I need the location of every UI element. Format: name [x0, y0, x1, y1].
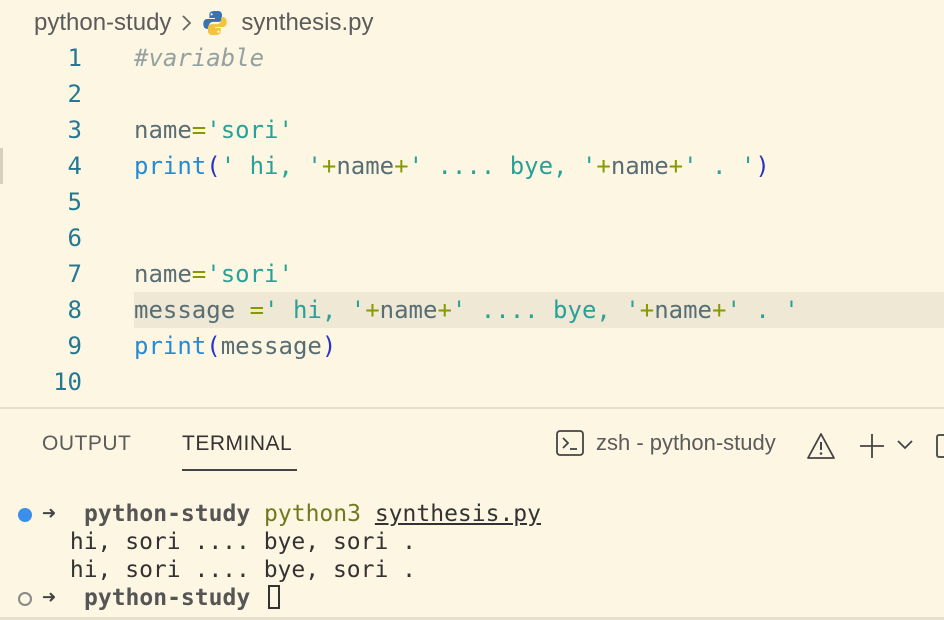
- code-token: message: [220, 332, 322, 360]
- python-file-icon: [201, 9, 229, 37]
- line-number: 8: [67, 296, 82, 324]
- code-token: #variable: [134, 44, 265, 72]
- code-text: print(message): [134, 328, 336, 364]
- code-token: print: [134, 332, 207, 360]
- code-token: message: [134, 296, 250, 324]
- code-token: ' . ': [726, 296, 799, 324]
- warning-icon[interactable]: [806, 432, 836, 465]
- code-line[interactable]: 6: [0, 220, 944, 256]
- code-line[interactable]: 3 name='sori': [0, 112, 944, 148]
- plus-icon[interactable]: [858, 432, 886, 465]
- code-token: name: [134, 260, 192, 288]
- prompt-cwd: python-study: [84, 585, 251, 611]
- command-argument[interactable]: synthesis.py: [375, 501, 541, 527]
- code-token: name: [134, 116, 192, 144]
- terminal-output-line: hi, sori .... bye, sori .: [56, 557, 417, 583]
- code-token: =: [191, 260, 207, 288]
- code-token: +: [437, 296, 452, 324]
- code-text: print(' hi, '+name+' .... bye, '+name+' …: [134, 148, 770, 184]
- line-number: 6: [67, 224, 82, 252]
- tab-terminal[interactable]: TERMINAL: [182, 432, 292, 456]
- terminal-output-line: hi, sori .... bye, sori .: [56, 529, 417, 555]
- code-token: (: [206, 152, 221, 180]
- code-token: ' hi, ': [220, 152, 322, 180]
- code-token: +: [668, 152, 684, 180]
- code-editor[interactable]: 1 #variable 2 3 name='sori' 4 print(' hi, '+na…: [0, 40, 944, 406]
- code-line[interactable]: 5: [0, 184, 944, 220]
- line-number: 4: [67, 152, 82, 180]
- panel-divider[interactable]: [0, 407, 944, 409]
- code-token: +: [394, 152, 409, 180]
- code-token: ' . ': [683, 152, 756, 180]
- code-line[interactable]: 7 name='sori': [0, 256, 944, 292]
- code-token: 'sori': [206, 260, 293, 288]
- chevron-right-icon: [181, 13, 193, 33]
- panel-header: OUTPUT TERMINAL zsh - python-study: [0, 420, 944, 472]
- code-token: +: [321, 152, 337, 180]
- command-name: python3: [264, 501, 361, 527]
- prompt-arrow: ➜: [42, 585, 56, 611]
- code-line[interactable]: 1 #variable: [0, 40, 944, 76]
- prompt-line-current: python-study: [84, 584, 281, 612]
- code-token: name: [336, 152, 395, 180]
- line-number: 9: [67, 332, 82, 360]
- code-text: message =' hi, '+name+' .... bye, '+name…: [134, 292, 799, 328]
- code-token: name: [379, 296, 438, 324]
- code-token: ' .... bye, ': [451, 296, 640, 324]
- active-tab-indicator: [182, 469, 297, 471]
- code-token: ): [321, 332, 337, 360]
- code-token: +: [639, 296, 655, 324]
- prompt-line: python-study python3 synthesis.py: [84, 500, 541, 528]
- prompt-cwd: python-study: [84, 501, 251, 527]
- prompt-arrow: ➜: [42, 501, 56, 527]
- code-token: +: [712, 296, 727, 324]
- command-success-dot[interactable]: [18, 508, 32, 522]
- split-icon[interactable]: [936, 434, 944, 458]
- line-number: 10: [53, 368, 82, 396]
- line-number: 1: [67, 44, 82, 72]
- terminal-cursor: [268, 585, 281, 609]
- code-token: (: [206, 332, 221, 360]
- chevron-down-icon[interactable]: [896, 438, 914, 456]
- tab-output[interactable]: OUTPUT: [42, 432, 131, 456]
- code-token: =: [249, 296, 265, 324]
- code-token: +: [365, 296, 380, 324]
- code-token: name: [610, 152, 669, 180]
- code-line[interactable]: 8 message =' hi, '+name+' .... bye, '+nam…: [0, 292, 944, 328]
- code-line[interactable]: 9 print(message): [0, 328, 944, 364]
- terminal-icon: [556, 430, 584, 456]
- line-number: 5: [67, 188, 82, 216]
- breadcrumb-file[interactable]: synthesis.py: [241, 9, 373, 37]
- code-token: ' .... bye, ': [408, 152, 597, 180]
- line-number: 2: [67, 80, 82, 108]
- breadcrumb-folder[interactable]: python-study: [34, 9, 171, 37]
- code-line[interactable]: 10: [0, 364, 944, 400]
- code-text: #variable: [134, 40, 264, 76]
- code-token: =: [191, 116, 207, 144]
- code-token: ' hi, ': [264, 296, 366, 324]
- command-pending-dot[interactable]: [18, 592, 32, 606]
- code-text: name='sori': [134, 112, 293, 148]
- code-line[interactable]: 4 print(' hi, '+name+' .... bye, '+name+'…: [0, 148, 944, 184]
- code-text: name='sori': [134, 256, 293, 292]
- code-token: +: [596, 152, 611, 180]
- code-token: name: [654, 296, 712, 324]
- line-number: 7: [67, 260, 82, 288]
- code-token: ): [755, 152, 770, 180]
- terminal-selector[interactable]: zsh - python-study: [556, 430, 776, 456]
- terminal-name: zsh - python-study: [596, 430, 776, 455]
- code-line[interactable]: 2: [0, 76, 944, 112]
- code-token: print: [134, 152, 207, 180]
- line-number: 3: [67, 116, 82, 144]
- code-token: 'sori': [206, 116, 293, 144]
